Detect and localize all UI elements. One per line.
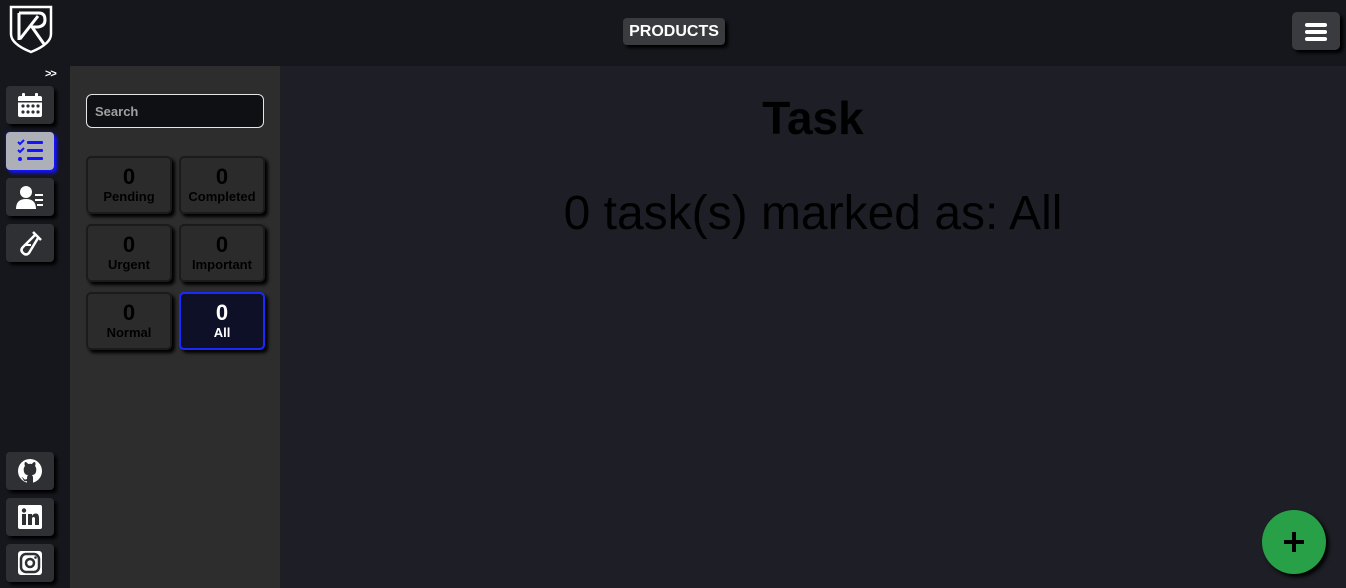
filter-panel: 0 Pending 0 Completed 0 Urgent 0 Importa… [70, 66, 280, 588]
filter-card-normal[interactable]: 0 Normal [86, 292, 172, 350]
expand-sidebar-button[interactable]: >> [45, 68, 57, 80]
filter-count: 0 [215, 232, 229, 257]
plus-icon [1284, 532, 1304, 552]
filter-card-pending[interactable]: 0 Pending [86, 156, 172, 214]
nav-calendar-button[interactable] [6, 86, 54, 124]
filter-label: Important [192, 257, 252, 272]
filter-count: 0 [122, 232, 136, 257]
search-input[interactable] [86, 94, 264, 128]
add-task-button[interactable] [1262, 510, 1326, 574]
top-bar: PRODUCTS [0, 0, 1346, 66]
filter-count: 0 [122, 300, 136, 325]
filter-card-important[interactable]: 0 Important [179, 224, 265, 282]
filter-card-all[interactable]: 0 All [179, 292, 265, 350]
filter-count: 0 [122, 164, 136, 189]
instagram-icon [18, 551, 42, 575]
hamburger-menu-button[interactable] [1292, 12, 1340, 50]
products-button[interactable]: PRODUCTS [623, 18, 725, 45]
task-list-icon [17, 139, 43, 161]
filter-label: Pending [103, 189, 155, 204]
filter-card-completed[interactable]: 0 Completed [179, 156, 265, 214]
filter-label: All [213, 325, 231, 340]
linkedin-link[interactable] [6, 498, 54, 536]
test-tube-icon [20, 231, 42, 256]
github-icon [18, 459, 42, 483]
calendar-icon [18, 93, 42, 117]
nav-lab-button[interactable] [6, 224, 54, 262]
filter-count: 0 [215, 164, 229, 189]
filter-count: 0 [215, 300, 229, 325]
left-nav: >> [0, 66, 70, 588]
github-link[interactable] [6, 452, 54, 490]
task-summary: 0 task(s) marked as: All [563, 187, 1063, 240]
contacts-icon [16, 186, 43, 209]
page-title: Task [762, 92, 864, 144]
instagram-link[interactable] [6, 544, 54, 582]
nav-contacts-button[interactable] [6, 178, 54, 216]
filter-label: Completed [188, 189, 256, 204]
logo-icon[interactable] [8, 4, 54, 54]
filter-label: Normal [106, 325, 152, 340]
filter-label: Urgent [108, 257, 150, 272]
filter-card-urgent[interactable]: 0 Urgent [86, 224, 172, 282]
main-content: Task 0 task(s) marked as: All [280, 66, 1346, 588]
linkedin-icon [18, 505, 42, 529]
nav-tasks-button[interactable] [6, 132, 54, 170]
